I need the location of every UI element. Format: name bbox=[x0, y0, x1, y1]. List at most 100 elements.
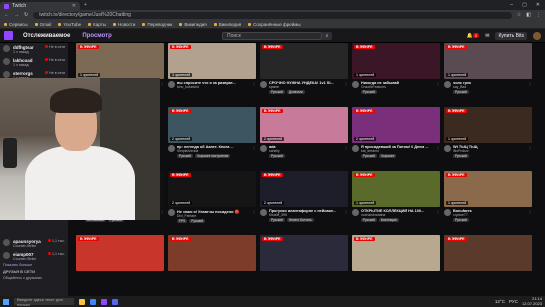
streamer-avatar[interactable] bbox=[260, 81, 267, 88]
more-options-icon[interactable]: ⋮ bbox=[160, 209, 164, 229]
maximize-icon[interactable]: ▢ bbox=[522, 2, 527, 8]
stream-tag[interactable]: Русский bbox=[453, 154, 469, 158]
user-avatar[interactable] bbox=[533, 31, 541, 40]
streamer-avatar[interactable] bbox=[168, 81, 175, 88]
bookmark-item[interactable]: Карты bbox=[88, 22, 106, 27]
windows-start-icon[interactable] bbox=[3, 298, 9, 305]
stream-tag[interactable]: Русский bbox=[453, 90, 469, 94]
sidebar-channel[interactable]: eiamp007 Counter-Strike 1,1 тыс. bbox=[0, 250, 68, 263]
streamer-avatar[interactable] bbox=[444, 145, 451, 152]
stream-thumbnail[interactable]: В ЭФИРЕ bbox=[76, 235, 164, 271]
stream-thumbnail[interactable]: В ЭФИРЕ bbox=[260, 235, 348, 271]
streamer-name[interactable]: say_Bad bbox=[453, 85, 526, 89]
more-options-icon[interactable]: ⋮ bbox=[252, 81, 256, 101]
streamer-avatar[interactable] bbox=[260, 209, 267, 216]
bookmark-item[interactable]: Википедия bbox=[179, 22, 207, 27]
stream-tag[interactable]: Русский bbox=[269, 154, 285, 158]
stream-thumbnail[interactable]: В ЭФИРЕ 1 зрителей bbox=[444, 43, 532, 79]
sidebar-channel[interactable]: apaunsyorya Counter-Strike 1,1 тыс. bbox=[0, 237, 68, 250]
sidebar-channel[interactable]: lakhcoad 1 ч назад Не в сети bbox=[0, 56, 68, 69]
reload-icon[interactable]: ↻ bbox=[24, 12, 28, 18]
discord-icon[interactable] bbox=[112, 298, 118, 305]
streamer-avatar[interactable] bbox=[444, 81, 451, 88]
twitch-logo-icon[interactable] bbox=[4, 31, 13, 40]
more-options-icon[interactable]: ⋮ bbox=[528, 81, 532, 101]
nav-following[interactable]: Отслеживаемое bbox=[23, 33, 70, 39]
forward-icon[interactable]: → bbox=[14, 12, 19, 18]
stream-thumbnail[interactable]: В ЭФИРЕ 3 зрителей bbox=[168, 43, 256, 79]
clock[interactable]: 21:14 12.07.2023 bbox=[522, 296, 542, 306]
streamer-avatar[interactable] bbox=[352, 209, 359, 216]
streamer-name[interactable]: iNoProbzz bbox=[453, 149, 526, 153]
taskbar-search[interactable]: Введите здесь текст для поиска bbox=[14, 297, 74, 307]
streamer-name[interactable]: tcho_koludshd bbox=[177, 85, 250, 89]
streamer-name[interactable]: ChaoticFeatures bbox=[361, 85, 434, 89]
stream-thumbnail[interactable]: В ЭФИРЕ 2 зрителей bbox=[260, 107, 348, 143]
stream-tag[interactable]: Русский bbox=[177, 154, 193, 158]
streamer-avatar[interactable] bbox=[168, 209, 175, 216]
language-indicator[interactable]: РУС bbox=[509, 299, 518, 304]
more-options-icon[interactable]: ⋮ bbox=[344, 81, 348, 101]
new-tab-button[interactable]: + bbox=[84, 2, 87, 8]
stream-thumbnail[interactable]: В ЭФИРЕ 2 зрителей bbox=[168, 107, 256, 143]
streamer-name[interactable]: saheliy bbox=[269, 149, 342, 153]
extensions-icon[interactable]: ◧ bbox=[526, 12, 531, 18]
stream-thumbnail[interactable]: В ЭФИРЕ 1 зрителей bbox=[352, 43, 440, 79]
stream-tag[interactable]: Русский bbox=[361, 218, 377, 222]
stream-thumbnail[interactable]: В ЭФИРЕ 1 зрителей bbox=[352, 171, 440, 207]
stream-thumbnail[interactable]: В ЭФИРЕ bbox=[168, 235, 256, 271]
file-explorer-icon[interactable] bbox=[79, 298, 85, 305]
streamer-avatar[interactable] bbox=[352, 145, 359, 152]
streamer-name[interactable]: spame bbox=[269, 85, 342, 89]
streamer-name[interactable]: Dixi_Feirtare bbox=[177, 214, 250, 218]
stream-title[interactable]: СРОЧНО НУЖНА УНДЕКА! 1v1 St... bbox=[269, 81, 342, 85]
more-options-icon[interactable]: ⋮ bbox=[252, 209, 256, 229]
streamer-avatar[interactable] bbox=[352, 81, 359, 88]
stream-tag[interactable]: Коллекции bbox=[378, 218, 399, 222]
menu-icon[interactable]: ⋮ bbox=[536, 12, 541, 18]
nav-browse[interactable]: Просмотр bbox=[82, 33, 111, 39]
more-options-icon[interactable]: ⋮ bbox=[344, 209, 348, 229]
streamer-name[interactable]: cryoloe77 bbox=[453, 213, 526, 217]
stream-thumbnail[interactable]: В ЭФИРЕ 2 зрителей bbox=[168, 171, 256, 207]
bookmark-item[interactable]: Переводчик bbox=[142, 22, 172, 27]
streamer-avatar[interactable] bbox=[168, 145, 175, 152]
star-icon[interactable]: ☆ bbox=[517, 12, 521, 18]
close-window-icon[interactable]: ✕ bbox=[536, 2, 540, 8]
bookmark-item[interactable]: Новости bbox=[112, 22, 135, 27]
stream-tag[interactable]: Русский bbox=[361, 154, 377, 158]
more-options-icon[interactable]: ⋮ bbox=[436, 81, 440, 101]
streamer-name[interactable]: nochainbrahaha bbox=[361, 213, 434, 217]
buy-bits-button[interactable]: Купить Bits bbox=[495, 31, 527, 40]
streamer-name[interactable]: Kisa0ff_595 bbox=[269, 213, 342, 217]
stream-tag[interactable]: Русский bbox=[453, 218, 469, 222]
stream-tag[interactable]: Русский bbox=[269, 90, 285, 94]
close-tab-icon[interactable]: ✕ bbox=[72, 3, 76, 9]
streamer-avatar[interactable] bbox=[260, 145, 267, 152]
bookmark-item[interactable]: Сохранённые фреймы bbox=[248, 22, 301, 27]
stream-thumbnail[interactable]: В ЭФИРЕ 1 зрителей bbox=[444, 171, 532, 207]
back-icon[interactable]: ← bbox=[4, 12, 9, 18]
streamer-name[interactable]: SimpleArenda bbox=[177, 149, 250, 153]
stream-tag[interactable]: Хорошее настроение bbox=[194, 154, 231, 158]
notifications-icon[interactable]: 🔔 2 bbox=[467, 32, 480, 39]
search-icon[interactable]: ⌕ bbox=[322, 32, 332, 40]
stream-tag[interactable]: Русский bbox=[361, 90, 377, 94]
stream-thumbnail[interactable]: В ЭФИРЕ bbox=[444, 235, 532, 271]
chrome-icon[interactable] bbox=[90, 298, 96, 305]
twitch-app-icon[interactable] bbox=[101, 298, 107, 305]
stream-tag[interactable]: Русский bbox=[269, 218, 285, 222]
bookmark-item[interactable]: YouTube bbox=[58, 22, 81, 27]
url-field[interactable]: twitch.tv/directory/game/Just%20Chatting bbox=[33, 11, 512, 19]
stream-thumbnail[interactable]: В ЭФИРЕ 1 зрителей bbox=[444, 107, 532, 143]
stream-tag[interactable]: FPS bbox=[177, 219, 188, 223]
minimize-icon[interactable]: – bbox=[510, 2, 513, 8]
stream-tag[interactable]: Донаталк bbox=[286, 90, 305, 94]
stream-thumbnail[interactable]: В ЭФИРЕ 1 зрителей bbox=[76, 43, 164, 79]
inbox-icon[interactable]: ✉ bbox=[485, 33, 489, 39]
more-options-icon[interactable]: ⋮ bbox=[252, 145, 256, 165]
streamer-name[interactable]: kat_dreamo bbox=[361, 149, 434, 153]
more-options-icon[interactable]: ⋮ bbox=[528, 145, 532, 165]
more-options-icon[interactable]: ⋮ bbox=[528, 209, 532, 229]
stream-thumbnail[interactable]: В ЭФИРЕ 2 зрителей bbox=[260, 171, 348, 207]
